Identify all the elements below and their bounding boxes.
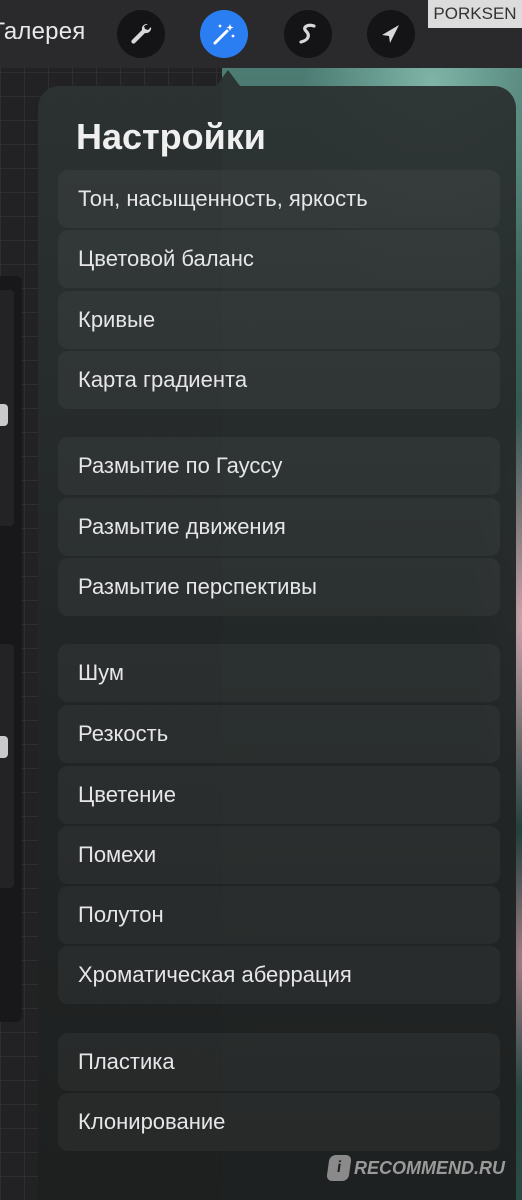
menu-item-sharpen[interactable]: Резкость (58, 705, 500, 763)
slider-handle[interactable] (0, 736, 8, 758)
menu-item-clone[interactable]: Клонирование (58, 1093, 500, 1151)
menu-item-perspective-blur[interactable]: Размытие перспективы (58, 558, 500, 616)
menu-item-curves[interactable]: Кривые (58, 291, 500, 349)
menu-item-gaussian-blur[interactable]: Размытие по Гауссу (58, 437, 500, 495)
watermark-label: PORKSEN (428, 0, 522, 28)
menu-item-glitch[interactable]: Помехи (58, 826, 500, 884)
layer-thumb-block[interactable] (0, 644, 14, 888)
watermark-text: RECOMMEND.RU (354, 1157, 505, 1178)
menu-item-liquify[interactable]: Пластика (58, 1033, 500, 1091)
selection-tool-button[interactable] (367, 10, 415, 58)
menu-item-hue-saturation-brightness[interactable]: Тон, насыщенность, яркость (58, 170, 500, 228)
menu-item-chromatic-aberration[interactable]: Хроматическая аберрация (58, 946, 500, 1004)
top-toolbar: Галерея PORKSEN (0, 0, 522, 68)
smudge-tool-button[interactable] (284, 10, 332, 58)
magic-wand-icon (213, 24, 235, 45)
menu-item-color-balance[interactable]: Цветовой баланс (58, 230, 500, 288)
menu-item-noise[interactable]: Шум (58, 644, 500, 702)
menu-item-bloom[interactable]: Цветение (58, 766, 500, 824)
menu-item-halftone[interactable]: Полутон (58, 886, 500, 944)
recommend-logo-icon: i (326, 1155, 352, 1181)
wrench-icon (131, 23, 152, 44)
adjust-tool-button[interactable] (117, 10, 165, 58)
smudge-s-icon (299, 23, 316, 44)
procreate-screen: Галерея PORKSEN Настройки Тон, насыщенно… (0, 0, 522, 1200)
menu-item-gradient-map[interactable]: Карта градиента (58, 351, 500, 409)
slider-handle[interactable] (0, 404, 8, 426)
layers-panel-edge (0, 276, 22, 1022)
adjustments-tool-button[interactable] (200, 10, 248, 58)
menu-item-motion-blur[interactable]: Размытие движения (58, 498, 500, 556)
selection-arrow-icon (382, 25, 399, 43)
popover-title: Настройки (76, 116, 266, 157)
site-watermark: i RECOMMEND.RU (326, 1155, 505, 1181)
gallery-link[interactable]: Галерея (0, 18, 85, 46)
popover-arrow (216, 70, 240, 86)
